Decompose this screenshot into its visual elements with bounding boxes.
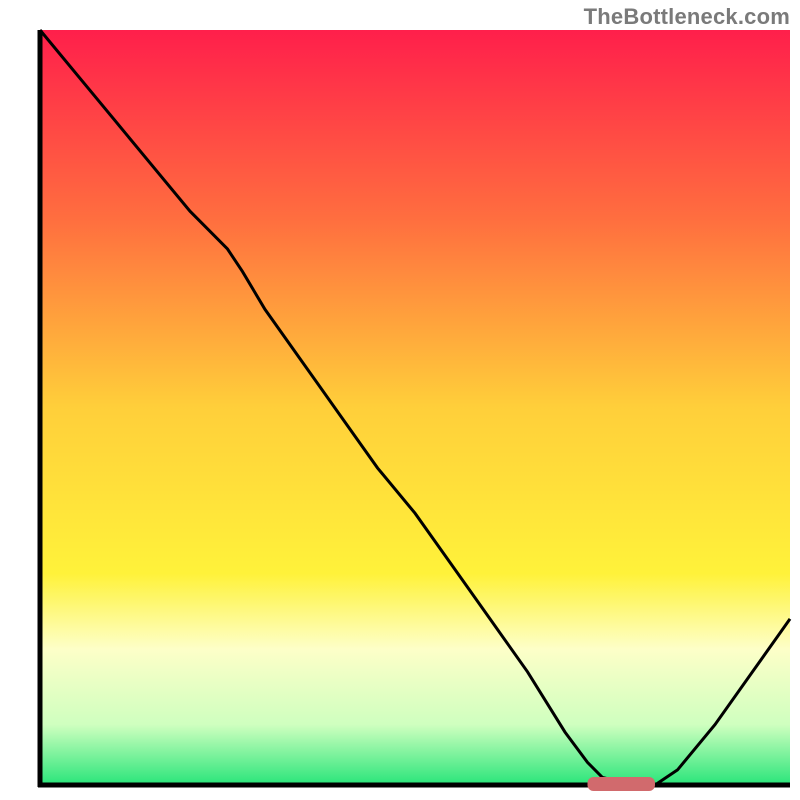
chart-svg bbox=[0, 0, 800, 800]
bottleneck-chart: TheBottleneck.com bbox=[0, 0, 800, 800]
optimal-range-marker bbox=[588, 777, 656, 791]
attribution-label: TheBottleneck.com bbox=[584, 4, 790, 30]
plot-background bbox=[40, 30, 790, 785]
